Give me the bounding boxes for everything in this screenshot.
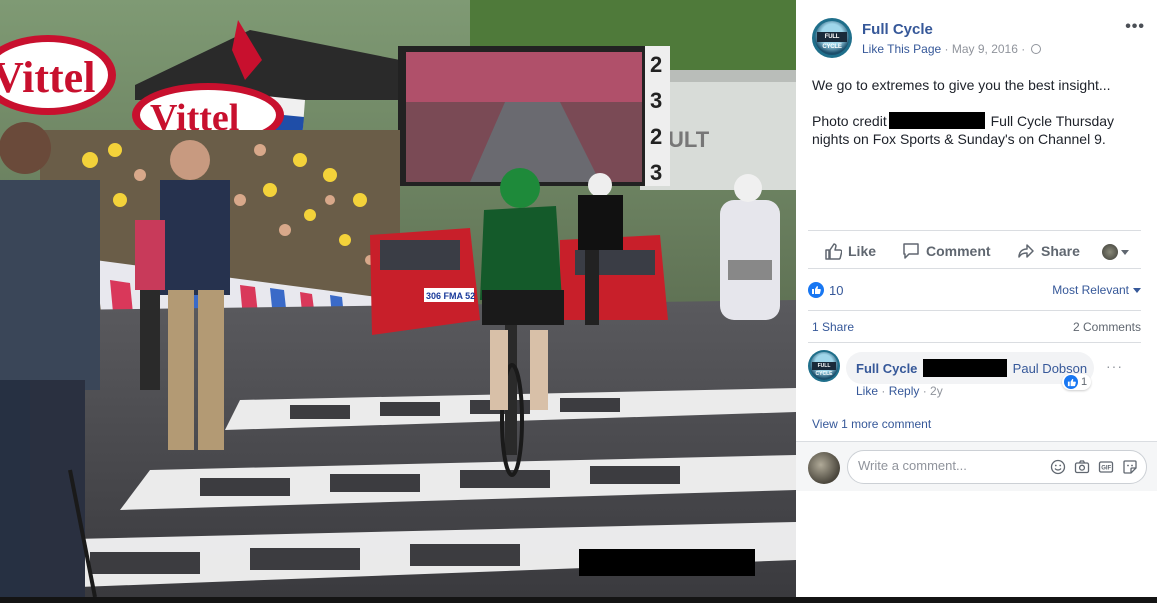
comment-like-link[interactable]: Like — [856, 384, 878, 398]
comment-more-icon[interactable]: ··· — [1106, 358, 1123, 374]
comment-input-box[interactable]: GIF — [847, 450, 1147, 484]
reaction-summary[interactable]: 10 — [808, 282, 843, 298]
svg-text:2: 2 — [650, 124, 662, 149]
viewer-bottom-edge — [0, 597, 1157, 603]
facebook-photo-viewer: ULT Vittel Vittel 2 3 2 3 306 FMA 52 FUL… — [0, 0, 1157, 603]
post-date[interactable]: May 9, 2016 — [952, 42, 1018, 56]
comment-reply-link[interactable]: Reply — [889, 384, 920, 398]
comment-meta: Like · Reply · 2y — [856, 384, 943, 398]
page-avatar[interactable]: FULL CYCLE — [812, 18, 852, 58]
emoji-icon[interactable] — [1049, 458, 1066, 475]
commenter-avatar[interactable]: FULL CYCLE — [808, 350, 840, 382]
comment-button[interactable]: Comment — [902, 242, 991, 260]
divider — [808, 342, 1141, 343]
camera-icon[interactable] — [1073, 458, 1090, 475]
gif-icon[interactable]: GIF — [1097, 458, 1114, 475]
car-plate: 306 FMA 52 — [426, 291, 475, 301]
like-button[interactable]: Like — [824, 242, 876, 260]
post-text-line1: We go to extremes to give you the best i… — [812, 77, 1111, 93]
post-text: We go to extremes to give you the best i… — [812, 76, 1132, 166]
composer-icons: GIF — [1049, 458, 1138, 475]
comment-bubble: Full Cycle Paul Dobson — [846, 352, 1094, 384]
share-button[interactable]: Share — [1017, 242, 1080, 260]
sign-text: ULT — [668, 127, 710, 152]
comment-item: FULL CYCLE Full Cycle Paul Dobson 1 ··· … — [808, 350, 1141, 410]
shares-link[interactable]: 1 Share — [812, 320, 854, 334]
post-photo[interactable]: ULT Vittel Vittel 2 3 2 3 306 FMA 52 — [0, 0, 796, 597]
photo-redaction-bar — [579, 549, 755, 576]
divider — [808, 310, 1141, 311]
comment-composer: GIF — [796, 441, 1157, 491]
comment-author[interactable]: Full Cycle — [856, 361, 917, 376]
comment-redaction-bar — [923, 359, 1008, 377]
credit-redaction-bar — [888, 112, 985, 129]
comment-icon — [903, 243, 919, 259]
divider — [808, 230, 1141, 231]
reaction-count: 10 — [829, 282, 844, 298]
sticker-icon[interactable] — [1121, 458, 1138, 475]
more-options-icon[interactable]: ••• — [1125, 18, 1145, 36]
thumbs-up-icon — [825, 243, 842, 260]
divider — [808, 268, 1141, 269]
chevron-down-icon — [1121, 249, 1129, 255]
current-user-avatar — [808, 452, 840, 484]
chevron-down-icon — [1133, 287, 1141, 293]
share-icon — [1018, 244, 1034, 258]
banner-vittel-left: Vittel — [0, 53, 95, 102]
svg-text:3: 3 — [650, 160, 662, 185]
globe-icon — [1030, 44, 1041, 54]
view-more-comments-link[interactable]: View 1 more comment — [812, 417, 931, 431]
page-name[interactable]: Full Cycle — [862, 21, 933, 38]
comment-sort-dropdown[interactable]: Most Relevant — [1052, 283, 1141, 297]
post-meta: Like This Page · May 9, 2016 · — [862, 42, 1041, 56]
svg-text:3: 3 — [650, 88, 662, 113]
like-reaction-icon — [808, 282, 824, 298]
comment-reaction-badge[interactable]: 1 — [1062, 374, 1092, 390]
like-reaction-icon — [1064, 375, 1078, 389]
user-avatar-icon — [1102, 244, 1118, 260]
photo-image: ULT Vittel Vittel 2 3 2 3 306 FMA 52 — [0, 0, 796, 597]
post-side-panel: FULL CYCLE Full Cycle Like This Page · M… — [796, 0, 1157, 597]
post-as-selector[interactable] — [1102, 244, 1129, 260]
comments-count[interactable]: 2 Comments — [1073, 320, 1141, 334]
comment-age: 2y — [930, 384, 943, 398]
post-header: FULL CYCLE Full Cycle Like This Page · M… — [812, 18, 1145, 62]
post-actions: Like Comment Share — [808, 234, 1141, 268]
post-text-credit: Photo credit Full Cycle Thursday nights … — [812, 112, 1115, 147]
svg-text:GIF: GIF — [1101, 465, 1111, 471]
comment-input[interactable] — [858, 458, 1038, 473]
svg-text:2: 2 — [650, 52, 662, 77]
like-page-link[interactable]: Like This Page — [862, 42, 941, 56]
